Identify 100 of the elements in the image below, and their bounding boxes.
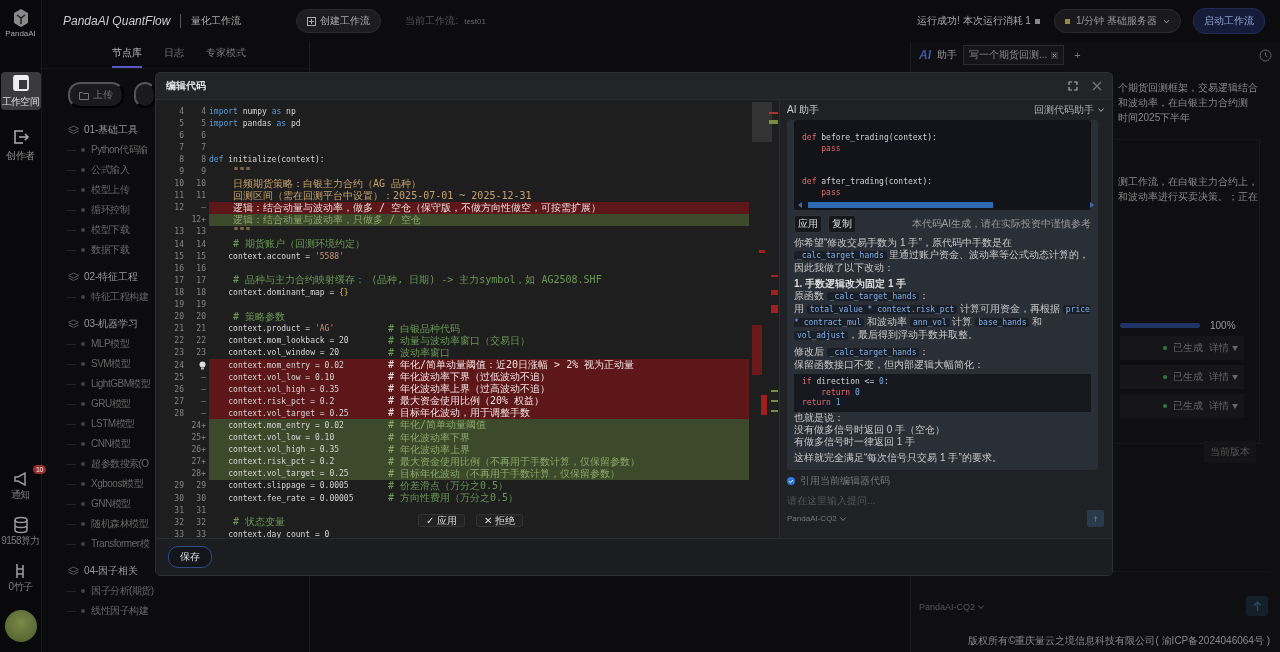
node-item[interactable]: 因子分析(期货) xyxy=(91,584,154,598)
session-tab[interactable]: 写一个期货回测... xyxy=(963,45,1065,65)
message-text: 没有做多信号时返回 0 手（空仓） xyxy=(794,423,947,436)
node-item[interactable]: MLP模型 xyxy=(91,337,130,351)
code-comment: # 白银品种代码 xyxy=(388,321,461,335)
line-number: 8 xyxy=(201,154,206,164)
search-button[interactable] xyxy=(134,82,156,108)
line-number: 26+ xyxy=(191,445,206,455)
node-item[interactable]: Python代码输 xyxy=(91,143,148,157)
copy-button[interactable]: 复制 xyxy=(828,215,856,233)
node-item[interactable]: 特征工程构建 xyxy=(91,290,148,304)
group-title[interactable]: 03-机器学习 xyxy=(84,317,139,331)
code-text: context.risk_pct = 0.2 xyxy=(227,457,336,467)
line-number: 28+ xyxy=(191,469,206,479)
add-tab-button[interactable]: + xyxy=(1074,49,1081,61)
status-dot-icon xyxy=(1163,404,1167,408)
code-editor[interactable] xyxy=(156,100,779,538)
accept-button[interactable]: ✓ 应用 xyxy=(418,514,465,527)
expand-icon[interactable] xyxy=(1068,81,1078,91)
code-text: context.mom_entry = 0.02 xyxy=(227,360,345,370)
line-number: 21 xyxy=(196,324,206,334)
node-item[interactable]: CNN模型 xyxy=(91,437,131,451)
message-text: 时间2025下半年 xyxy=(1118,111,1192,125)
line-number: 27 xyxy=(173,396,184,406)
code-text: context.account = '5588' xyxy=(227,251,345,261)
node-item[interactable]: SVM模型 xyxy=(91,357,131,371)
code-comment: # 目标年化波动，用于调整手数 xyxy=(388,406,531,420)
details-button[interactable]: 详情 xyxy=(1209,370,1238,384)
code-text: import numpy as np xyxy=(209,106,297,116)
panel-tab[interactable]: 专家模式 xyxy=(206,46,246,68)
layers-icon xyxy=(68,272,79,282)
node-dot-icon xyxy=(81,502,85,506)
close-icon xyxy=(1051,51,1059,59)
checkbox-icon[interactable] xyxy=(787,477,795,485)
line-number: — xyxy=(201,408,206,418)
group-title[interactable]: 01-基础工具 xyxy=(84,123,139,137)
plus-square-icon xyxy=(307,16,317,26)
panda-logo-icon xyxy=(11,8,30,28)
line-number: 22 xyxy=(196,336,206,346)
code-text: """ xyxy=(232,226,253,238)
run-status: 运行成功! 本次运行消耗 1 xyxy=(916,14,1031,28)
code-text: import pandas as pd xyxy=(209,118,302,128)
node-item[interactable]: 模型上传 xyxy=(91,183,129,197)
code-block: if direction <= 0: return 0 return 1 xyxy=(794,374,1091,412)
rail-item[interactable]: 创作者 xyxy=(0,126,41,164)
apply-button[interactable]: 应用 xyxy=(794,215,822,233)
panel-tab[interactable]: 日志 xyxy=(164,46,184,68)
mode-selector[interactable]: 回测代码助手 xyxy=(1034,103,1104,117)
line-number: 23 xyxy=(196,348,206,358)
node-dot-icon xyxy=(81,609,85,613)
model-selector[interactable]: PandaAI-CQ2 xyxy=(787,514,846,523)
node-item[interactable]: Transformer模 xyxy=(91,537,150,551)
group-title[interactable]: 02-特征工程 xyxy=(84,270,139,284)
avatar[interactable] xyxy=(4,610,37,642)
layers-icon xyxy=(68,566,79,576)
arrow-up-icon xyxy=(1093,513,1098,524)
details-button[interactable]: 详情 xyxy=(1209,399,1238,413)
panel-tab[interactable]: 节点库 xyxy=(112,46,142,68)
message-text: 你希望“修改交易手数为 1 手”，原代码中手数是在 _calc_target_hands 里通过账户资金、波动率等公式动态计算的，因此我做了以下改动： xyxy=(794,237,1091,274)
line-number: 23 xyxy=(173,348,184,358)
group-title[interactable]: 04-因子相关 xyxy=(84,564,139,578)
code-text: def initialize(context): xyxy=(209,154,326,164)
line-number: 15 xyxy=(196,251,206,261)
code-line: def before_trading(context): xyxy=(802,132,938,143)
lightbulb-icon[interactable] xyxy=(199,360,206,370)
step-status: 已生成 xyxy=(1173,399,1203,413)
line-number: 32 xyxy=(173,517,184,527)
code-text: 回测区间（需在回测平台中设置）：2025-07-01 ~ 2025-12-31 xyxy=(232,189,532,202)
node-dot-icon xyxy=(81,589,85,593)
node-item[interactable]: 超参数搜索(O xyxy=(91,457,149,471)
node-item[interactable]: Xgboost模型 xyxy=(91,477,144,491)
line-number: 7 xyxy=(201,142,206,152)
node-item[interactable]: LSTM模型 xyxy=(91,417,135,431)
rail-item[interactable]: 0竹子 xyxy=(8,562,33,594)
step-status: 已生成 xyxy=(1173,341,1203,355)
node-dot-icon xyxy=(81,228,85,232)
save-button[interactable]: 保存 xyxy=(168,546,212,568)
node-item[interactable]: 模型下载 xyxy=(91,223,129,237)
node-item[interactable]: 循环控制 xyxy=(91,203,129,217)
reject-button[interactable]: ✕ 拒绝 xyxy=(476,514,523,527)
details-button[interactable]: 详情 xyxy=(1209,341,1238,355)
rail-item[interactable]: 工作空间 xyxy=(0,72,41,110)
server-selector[interactable]: 1/分钟 基础服务器 xyxy=(1053,9,1181,33)
node-item[interactable]: 公式输入 xyxy=(91,163,129,177)
history-icon xyxy=(1259,48,1272,62)
exit-icon xyxy=(11,127,30,146)
node-item[interactable]: 随机森林模型 xyxy=(91,517,148,531)
close-icon[interactable] xyxy=(1092,81,1102,91)
line-number: 4 xyxy=(178,106,184,116)
node-item[interactable]: LightGBM模型 xyxy=(91,377,151,391)
create-workflow-button[interactable]: 创建工作流 xyxy=(296,9,382,33)
node-item[interactable]: GRU模型 xyxy=(91,397,131,411)
line-number: 16 xyxy=(173,263,184,273)
start-workflow-button[interactable]: 启动工作流 xyxy=(1193,8,1265,34)
rail-item[interactable]: 9158算力 xyxy=(1,516,40,548)
model-selector[interactable]: PandaAI-CQ2 xyxy=(919,602,985,612)
node-item[interactable]: 线性因子构建 xyxy=(91,604,148,618)
node-item[interactable]: 数据下载 xyxy=(91,243,129,257)
upload-button[interactable]: 上传 xyxy=(68,82,124,108)
node-item[interactable]: GNN模型 xyxy=(91,497,131,511)
